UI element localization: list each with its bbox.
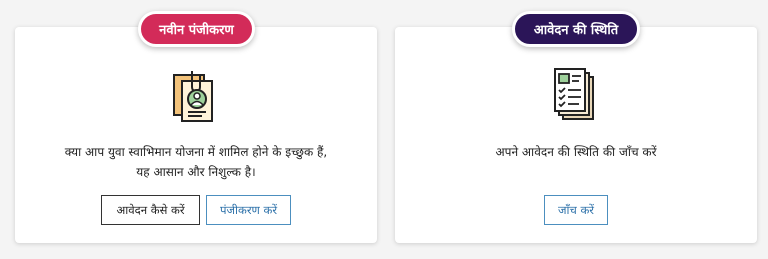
status-description-text: अपने आवेदन की स्थिति की जाँच करें: [495, 145, 657, 159]
register-button[interactable]: पंजीकरण करें: [206, 195, 291, 225]
profile-document-icon: [166, 65, 226, 125]
check-status-button[interactable]: जाँच करें: [544, 195, 608, 225]
application-status-badge: आवेदन की स्थिति: [512, 11, 640, 47]
status-description: अपने आवेदन की स्थिति की जाँच करें: [395, 142, 757, 162]
page: नवीन पंजीकरण आवेदन की स्थिति क्या आप युव…: [0, 0, 768, 259]
registration-description-line1: क्या आप युवा स्वाभिमान योजना में शामिल ह…: [64, 145, 328, 159]
new-registration-badge: नवीन पंजीकरण: [138, 11, 255, 47]
registration-description-line2: यह आसान और निशुल्क है।: [136, 165, 256, 179]
new-registration-card: क्या आप युवा स्वाभिमान योजना में शामिल ह…: [15, 27, 377, 243]
how-to-apply-button[interactable]: आवेदन कैसे करें: [101, 195, 200, 225]
registration-description: क्या आप युवा स्वाभिमान योजना में शामिल ह…: [15, 142, 377, 182]
checklist-document-icon: [545, 65, 605, 125]
application-status-card: अपने आवेदन की स्थिति की जाँच करें जाँच क…: [395, 27, 757, 243]
